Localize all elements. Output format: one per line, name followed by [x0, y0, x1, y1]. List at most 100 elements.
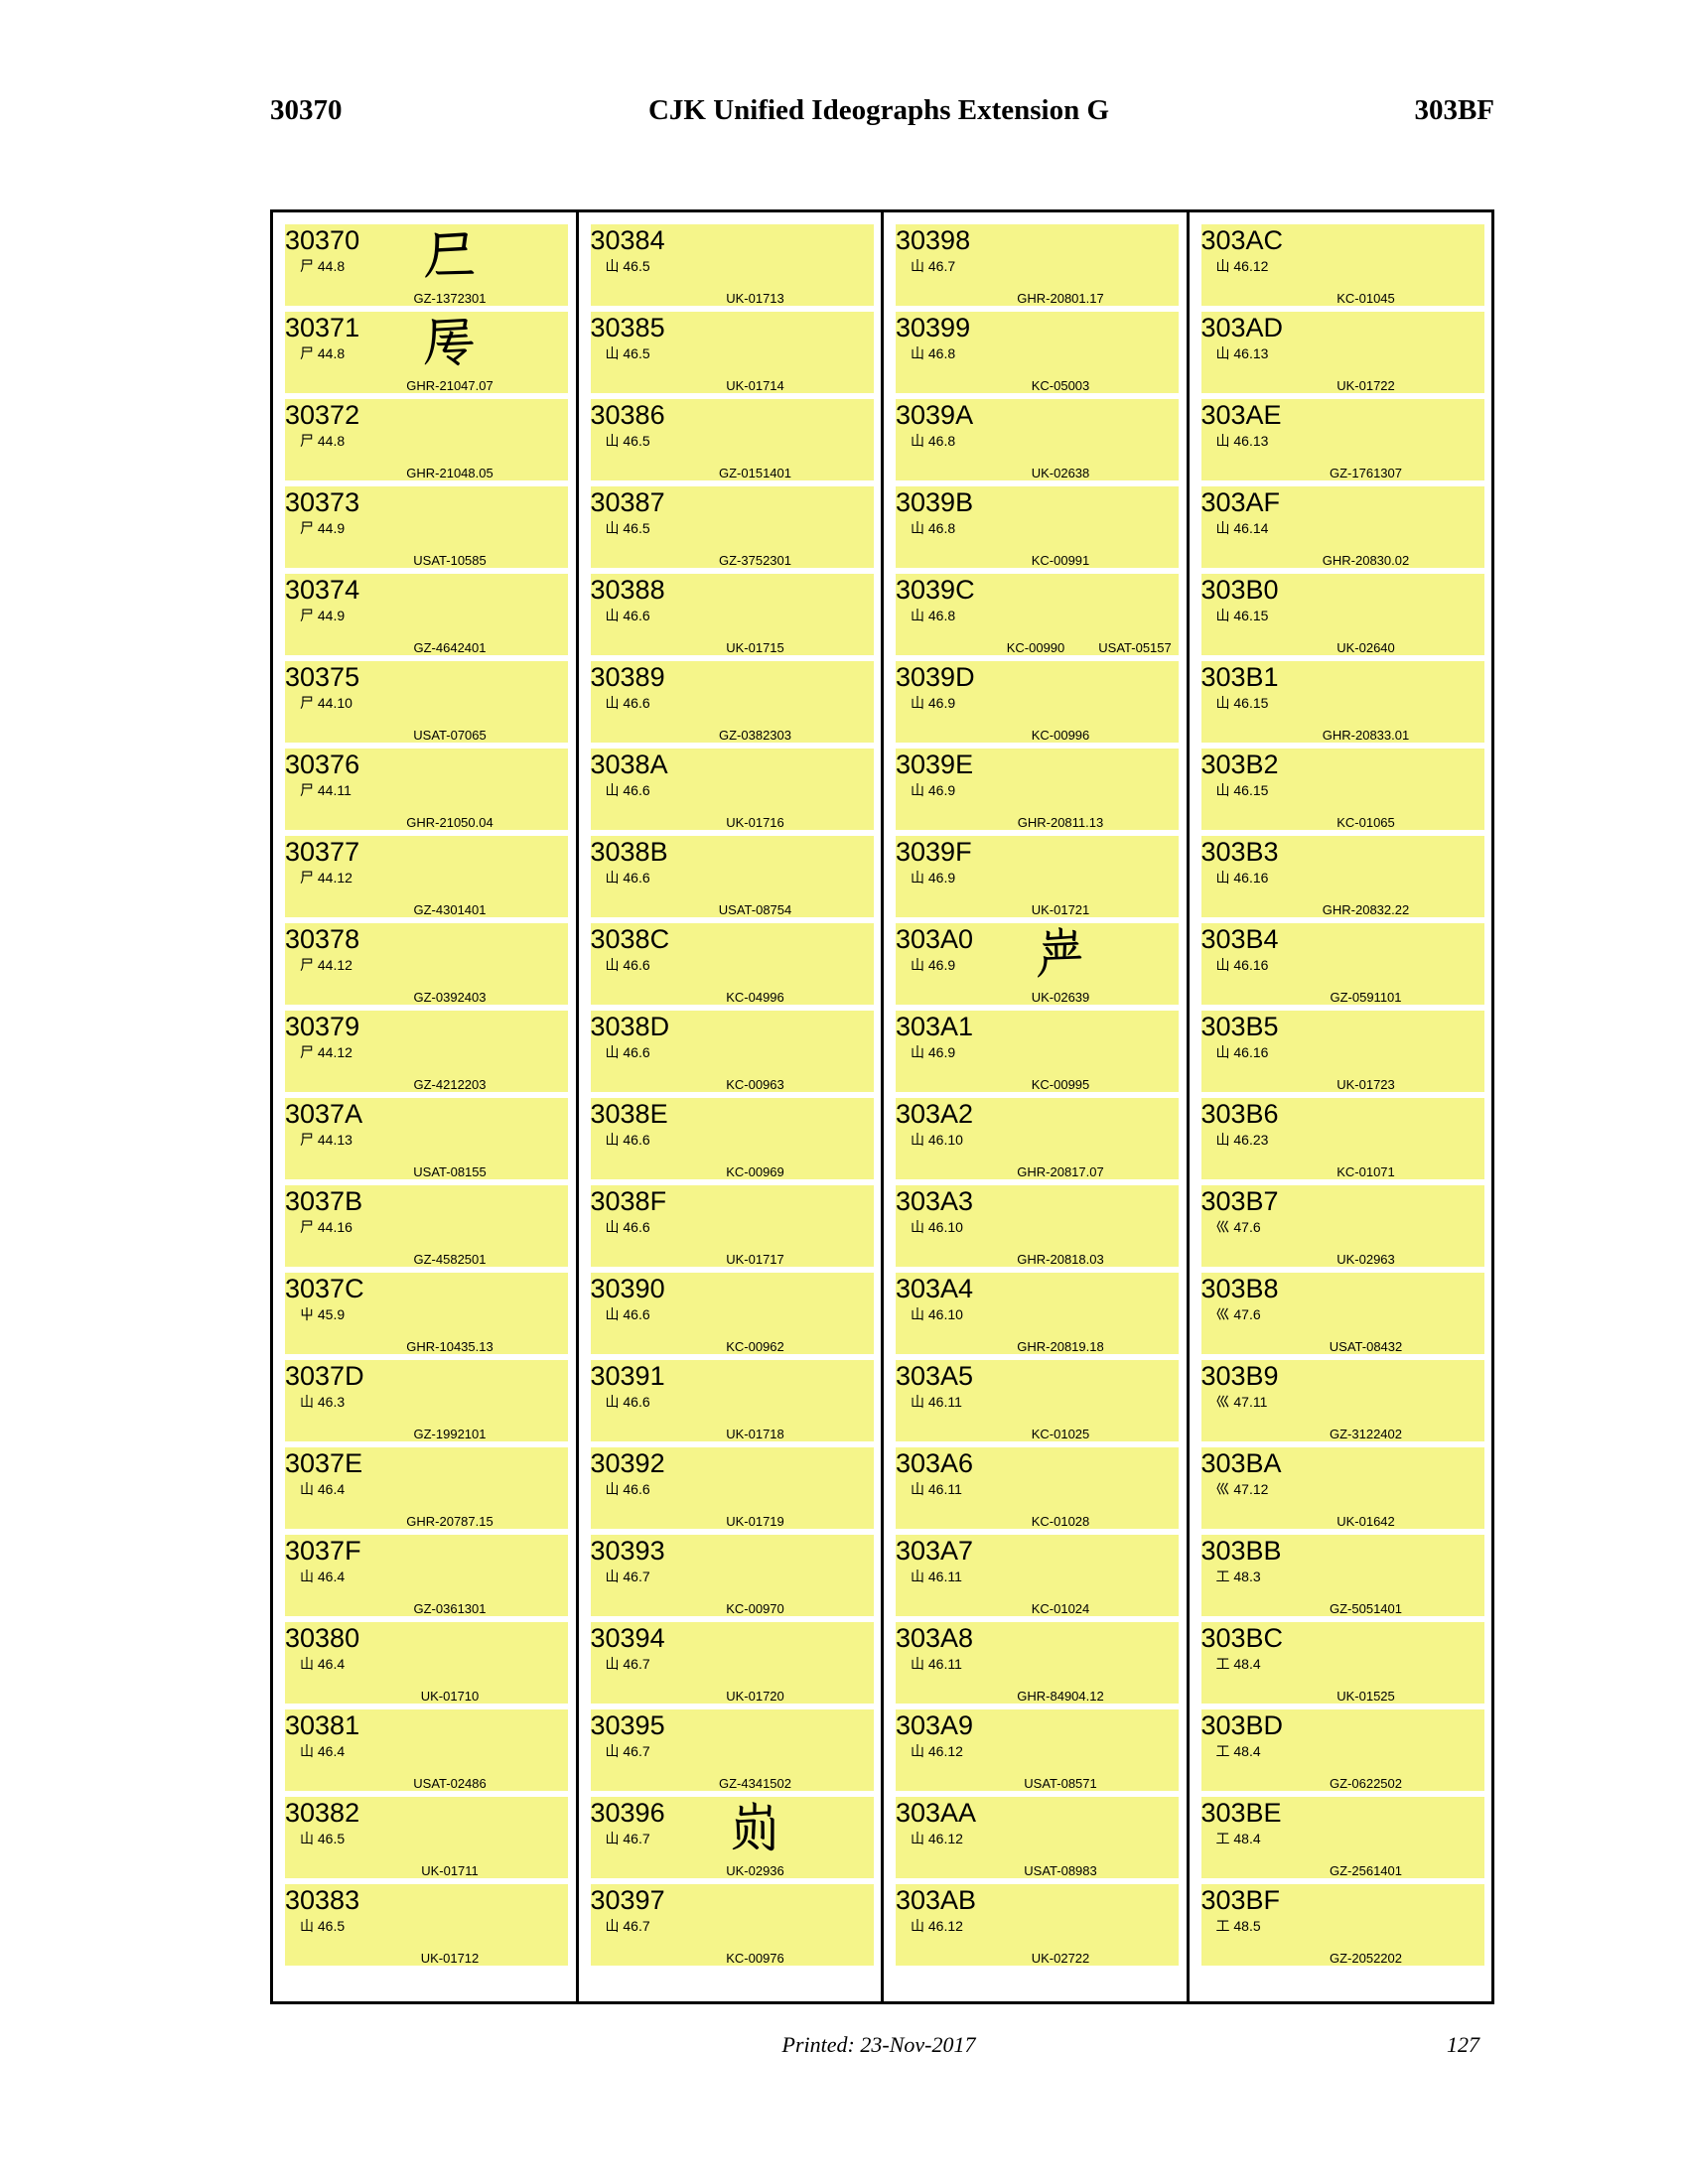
radical-stroke-label: 屮 45.9: [300, 1306, 345, 1322]
ideograph-glyph: 𰎲: [1297, 749, 1436, 810]
code-point-cell: 303A9 山 46.12 𰎩 USAT-08571: [896, 1709, 1179, 1791]
code-point-label: 3037D: [285, 1361, 364, 1391]
source-reference: GZ-0622502: [1297, 1776, 1436, 1791]
source-reference: USAT-08983: [991, 1863, 1130, 1878]
ideograph-glyph: 𰍺: [380, 1098, 519, 1160]
code-point-label: 303B5: [1201, 1012, 1279, 1041]
source-reference: KC-00990: [991, 640, 1080, 655]
radical-stroke-label: 尸 44.9: [300, 520, 345, 536]
code-point-cell: 30378 尸 44.12 𰍸 GZ-0392403: [285, 923, 568, 1005]
ideograph-glyph: 𰍴: [380, 574, 519, 635]
radical-stroke-label: 尸 44.8: [300, 258, 345, 274]
code-point-cell: 303A7 山 46.11 𰎧 KC-01024: [896, 1535, 1179, 1616]
ideograph-glyph: 𰎝: [991, 661, 1130, 723]
code-point-label: 3037C: [285, 1274, 364, 1303]
code-point-label: 3038D: [591, 1012, 670, 1041]
source-reference: KC-05003: [991, 378, 1130, 393]
radical-stroke-label: 山 46.11: [911, 1656, 962, 1672]
code-point-label: 30379: [285, 1012, 359, 1041]
radical-stroke-label: 山 46.5: [606, 520, 650, 536]
code-point-cell: 303B6 山 46.23 𰎶 KC-01071: [1201, 1098, 1484, 1179]
ideograph-glyph: 𰎉: [686, 661, 825, 723]
ideograph-glyph: 𰍱: [380, 312, 519, 373]
code-point-label: 303A2: [896, 1099, 973, 1129]
code-point-cell: 303B0 山 46.15 𰎰 UK-02640: [1201, 574, 1484, 655]
code-point-cell: 3038B 山 46.6 𰎋 USAT-08754: [591, 836, 874, 917]
code-point-label: 303A3: [896, 1186, 973, 1216]
radical-stroke-label: 山 46.11: [911, 1569, 962, 1584]
source-reference: USAT-08571: [991, 1776, 1130, 1791]
code-point-label: 3039C: [896, 575, 975, 605]
source-reference: GZ-0151401: [686, 466, 825, 480]
ideograph-glyph: 𰍶: [380, 749, 519, 810]
ideograph-glyph: 𰎗: [686, 1884, 825, 1946]
code-point-label: 3038A: [591, 750, 668, 779]
code-point-label: 30390: [591, 1274, 665, 1303]
code-point-label: 303AB: [896, 1885, 976, 1915]
source-reference: GHR-20819.18: [991, 1339, 1130, 1354]
ideograph-glyph: 𰍰: [380, 224, 519, 286]
ideograph-glyph: 𰎧: [991, 1535, 1130, 1596]
radical-stroke-label: 山 46.7: [606, 1656, 650, 1672]
code-point-label: 30391: [591, 1361, 665, 1391]
code-point-cell: 30383 山 46.5 𰎃 UK-01712: [285, 1884, 568, 1966]
code-point-cell: 30377 尸 44.12 𰍷 GZ-4301401: [285, 836, 568, 917]
code-point-cell: 303B3 山 46.16 𰎳 GHR-20832.22: [1201, 836, 1484, 917]
code-point-label: 30372: [285, 400, 359, 430]
ideograph-glyph: 𰎦: [991, 1447, 1130, 1509]
ideograph-glyph: 𰎂: [380, 1797, 519, 1858]
ideograph-glyph: 𰎵: [1297, 1011, 1436, 1072]
code-point-cell: 303B1 山 46.15 𰎱 GHR-20833.01: [1201, 661, 1484, 743]
ideograph-glyph: 𰎶: [1297, 1098, 1436, 1160]
source-reference: UK-01710: [380, 1689, 519, 1704]
source-reference: GZ-4341502: [686, 1776, 825, 1791]
radical-stroke-label: 山 46.6: [606, 608, 650, 623]
code-point-cell: 303AE 山 46.13 𰎮 GZ-1761307: [1201, 399, 1484, 480]
radical-stroke-label: 工 48.4: [1216, 1743, 1261, 1759]
source-reference: UK-01721: [991, 902, 1130, 917]
source-reference: GHR-20832.22: [1297, 902, 1436, 917]
ideograph-glyph: 𰎊: [686, 749, 825, 810]
ideograph-glyph: 𰎿: [1297, 1884, 1436, 1946]
code-point-label: 3037A: [285, 1099, 362, 1129]
source-reference: GZ-4642401: [380, 640, 519, 655]
ideograph-glyph: 𰍷: [380, 836, 519, 897]
code-point-cell: 303AC 山 46.12 𰎬 KC-01045: [1201, 224, 1484, 306]
source-reference: GHR-84904.12: [991, 1689, 1130, 1704]
source-reference: UK-01525: [1297, 1689, 1436, 1704]
ideograph-glyph-alt: 𰎜: [1090, 574, 1180, 635]
ideograph-glyph: 𰎕: [686, 1709, 825, 1771]
ideograph-glyph: 𰎇: [686, 486, 825, 548]
ideograph-glyph: 𰍹: [380, 1011, 519, 1072]
source-reference: GZ-4212203: [380, 1077, 519, 1092]
code-point-label: 30381: [285, 1710, 359, 1740]
radical-stroke-label: 尸 44.16: [300, 1219, 352, 1235]
code-point-cell: 303A4 山 46.10 𰎤 GHR-20819.18: [896, 1273, 1179, 1354]
code-point-label: 3038B: [591, 837, 668, 867]
ideograph-glyph: 𰎋: [686, 836, 825, 897]
radical-stroke-label: 山 46.16: [1216, 957, 1269, 973]
radical-stroke-label: 尸 44.10: [300, 695, 352, 711]
source-reference: KC-01065: [1297, 815, 1436, 830]
ideograph-glyph: 𰎻: [1297, 1535, 1436, 1596]
source-reference: GHR-10435.13: [380, 1339, 519, 1354]
ideograph-glyph: 𰎏: [686, 1185, 825, 1247]
ideograph-glyph: 𰎈: [686, 574, 825, 635]
ideograph-glyph: 𰎨: [991, 1622, 1130, 1684]
code-point-cell: 3039B 山 46.8 𰎛 KC-00991: [896, 486, 1179, 568]
radical-stroke-label: 山 46.16: [1216, 870, 1269, 886]
source-reference: GZ-1372301: [380, 291, 519, 306]
source-reference: GZ-2052202: [1297, 1951, 1436, 1966]
code-point-cell: 30388 山 46.6 𰎈 UK-01715: [591, 574, 874, 655]
ideograph-glyph: 𰎓: [686, 1535, 825, 1596]
code-point-label: 30380: [285, 1623, 359, 1653]
radical-stroke-label: 山 46.6: [606, 695, 650, 711]
ideograph-glyph: 𰍳: [380, 486, 519, 548]
radical-stroke-label: 山 46.12: [911, 1831, 963, 1846]
code-point-label: 30392: [591, 1448, 665, 1478]
source-reference: KC-00970: [686, 1601, 825, 1616]
ideograph-glyph: 𰎠: [991, 923, 1130, 985]
code-point-cell: 303A3 山 46.10 𰎣 GHR-20818.03: [896, 1185, 1179, 1267]
code-point-cell: 303B2 山 46.15 𰎲 KC-01065: [1201, 749, 1484, 830]
ideograph-glyph: 𰎆: [686, 399, 825, 461]
